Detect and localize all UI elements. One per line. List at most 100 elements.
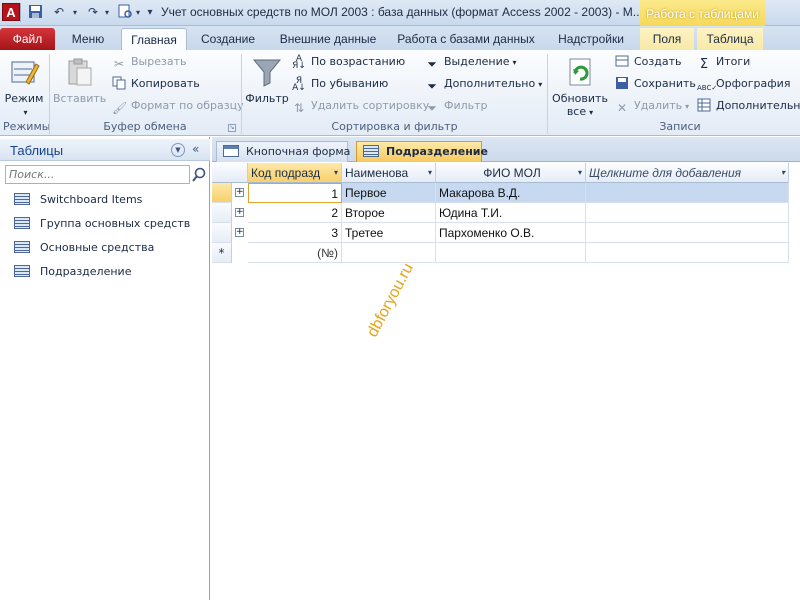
sort-descending-icon: Я А↓ xyxy=(292,76,306,93)
table-row[interactable]: + 1 Первое Макарова В.Д. xyxy=(212,183,800,203)
undo-dropdown-icon[interactable]: ▾ xyxy=(70,4,80,21)
new-record-icon xyxy=(615,54,629,68)
redo-icon[interactable]: ↷ xyxy=(84,4,102,21)
table-row[interactable]: + 3 Третее Пархоменко О.В. xyxy=(212,223,800,243)
tab-external-data[interactable]: Внешние данные xyxy=(272,28,384,50)
table-row[interactable]: + 2 Второе Юдина Т.И. xyxy=(212,203,800,223)
tab-home[interactable]: Главная xyxy=(121,28,187,50)
tab-table[interactable]: Таблица xyxy=(697,28,763,50)
view-button[interactable]: Режим ▾ xyxy=(3,56,45,119)
save-record-icon xyxy=(615,76,629,90)
cell-mol[interactable]: Юдина Т.И. xyxy=(436,203,586,223)
print-preview-icon[interactable] xyxy=(116,4,134,21)
nav-menu-dropdown-icon[interactable]: ▼ xyxy=(171,143,185,157)
sort-ascending-button[interactable]: А Я↓ По возрастанию xyxy=(292,53,405,71)
column-header-add-field[interactable]: Щелкните для добавления ▾ xyxy=(586,163,789,183)
column-header-mol[interactable]: ФИО МОЛ ▾ xyxy=(436,163,586,183)
sort-descending-button[interactable]: Я А↓ По убыванию xyxy=(292,75,388,93)
cut-button[interactable]: ✂ Вырезать xyxy=(112,53,187,71)
cell-add-field-new[interactable] xyxy=(586,243,789,263)
filter-button[interactable]: Фильтр xyxy=(245,56,289,105)
record-selector[interactable] xyxy=(212,203,232,223)
copy-icon xyxy=(112,76,126,90)
selection-filter-icon: ⏷ xyxy=(427,57,437,71)
cell-mol-new[interactable] xyxy=(436,243,586,263)
cell-name[interactable]: Третее xyxy=(342,223,436,243)
tab-database-tools[interactable]: Работа с базами данных xyxy=(392,28,540,50)
record-selector[interactable] xyxy=(212,223,232,243)
record-selector[interactable] xyxy=(212,183,232,203)
expand-subdatasheet-icon[interactable]: + xyxy=(235,228,244,237)
customize-quick-access-icon[interactable]: ▾ xyxy=(134,4,142,21)
save-record-button[interactable]: Сохранить xyxy=(615,75,696,93)
toggle-filter-label: Фильтр xyxy=(444,99,488,112)
nav-item-asset-groups[interactable]: Группа основных средств xyxy=(14,215,190,233)
nav-search-input[interactable] xyxy=(5,165,190,184)
remove-sort-button[interactable]: ⇅ Удалить сортировку xyxy=(292,97,429,115)
cell-code[interactable]: 2 xyxy=(248,203,342,223)
doc-tab-switchboard-form[interactable]: Кнопочная форма xyxy=(216,141,350,162)
format-painter-button[interactable]: 🖌 Формат по образцу xyxy=(112,97,244,115)
doc-tab-departments[interactable]: Подразделение xyxy=(356,141,488,162)
new-record-button[interactable]: Создать xyxy=(615,53,682,71)
cell-add-field[interactable] xyxy=(586,183,789,203)
cell-code[interactable]: 3 xyxy=(248,223,342,243)
tab-file[interactable]: Файл xyxy=(0,28,55,50)
column-dropdown-icon[interactable]: ▾ xyxy=(781,163,785,182)
cell-name-new[interactable] xyxy=(342,243,436,263)
copy-button[interactable]: Копировать xyxy=(112,75,200,93)
ribbon: Режим ▾ Режимы Вставить ✂ Вырезать Копиров… xyxy=(0,50,800,136)
column-header-code[interactable]: Код подразд ▾ xyxy=(248,163,342,183)
access-app-icon[interactable]: A xyxy=(2,3,20,21)
expand-subdatasheet-icon[interactable]: + xyxy=(235,208,244,217)
column-dropdown-icon[interactable]: ▾ xyxy=(334,163,338,182)
tab-addins[interactable]: Надстройки xyxy=(548,28,634,50)
cell-mol[interactable]: Пархоменко О.В. xyxy=(436,223,586,243)
cell-name[interactable]: Первое xyxy=(342,183,436,203)
table-icon xyxy=(363,145,379,157)
more-records-button[interactable]: Дополнительно xyxy=(697,97,800,115)
tab-fields[interactable]: Поля xyxy=(640,28,694,50)
refresh-all-button[interactable]: Обновить все ▾ xyxy=(551,56,609,119)
more-grid-icon xyxy=(697,98,711,112)
collapse-pane-icon[interactable]: « xyxy=(192,142,199,156)
nav-pane-header[interactable]: Таблицы ▼ « xyxy=(0,139,210,161)
column-dropdown-icon[interactable]: ▾ xyxy=(428,163,432,182)
window-title: Учет основных средств по МОЛ 2003 : база… xyxy=(161,5,643,19)
refresh-dropdown-icon: ▾ xyxy=(589,108,594,117)
advanced-dropdown-icon: ▾ xyxy=(538,80,543,89)
select-all-corner[interactable] xyxy=(212,163,248,183)
column-header-name[interactable]: Наименова ▾ xyxy=(342,163,436,183)
sigma-icon: Σ xyxy=(699,57,709,72)
cell-code-new[interactable]: (№) xyxy=(248,243,342,263)
selection-button[interactable]: ⏷ Выделение ▾ xyxy=(425,53,516,71)
totals-button[interactable]: Σ Итоги xyxy=(697,53,750,72)
form-icon xyxy=(223,145,239,157)
spelling-button[interactable]: ABC✓Орфография xyxy=(697,75,790,93)
new-record-row[interactable]: * (№) xyxy=(212,243,800,263)
undo-icon[interactable]: ↶ xyxy=(50,4,68,21)
nav-item-switchboard-items[interactable]: Switchboard Items xyxy=(14,191,142,209)
toggle-filter-button[interactable]: ⏷ Фильтр xyxy=(425,97,488,115)
cell-add-field[interactable] xyxy=(586,203,789,223)
app-icon-letter: A xyxy=(6,5,16,20)
expand-subdatasheet-icon[interactable]: + xyxy=(235,188,244,197)
clipboard-dialog-launcher-icon[interactable]: ↘ xyxy=(228,124,236,132)
column-dropdown-icon[interactable]: ▾ xyxy=(578,163,582,182)
search-icon[interactable] xyxy=(191,166,207,183)
delete-record-button[interactable]: ✕ Удалить ▾ xyxy=(615,97,689,115)
cell-name[interactable]: Второе xyxy=(342,203,436,223)
tab-create[interactable]: Создание xyxy=(192,28,264,50)
cell-mol[interactable]: Макарова В.Д. xyxy=(436,183,586,203)
save-icon[interactable] xyxy=(27,4,43,21)
tab-menu[interactable]: Меню xyxy=(62,28,114,50)
advanced-filter-button[interactable]: ⏷ Дополнительно ▾ xyxy=(425,75,542,93)
nav-item-departments[interactable]: Подразделение xyxy=(14,263,131,281)
new-record-selector[interactable]: * xyxy=(212,243,232,263)
redo-dropdown-icon[interactable]: ▾ xyxy=(102,4,112,21)
nav-item-fixed-assets[interactable]: Основные средства xyxy=(14,239,154,257)
quick-access-menu-icon[interactable]: ▾ xyxy=(143,4,157,21)
paste-button[interactable]: Вставить xyxy=(53,56,106,105)
cell-code[interactable]: 1 xyxy=(248,183,342,203)
cell-add-field[interactable] xyxy=(586,223,789,243)
